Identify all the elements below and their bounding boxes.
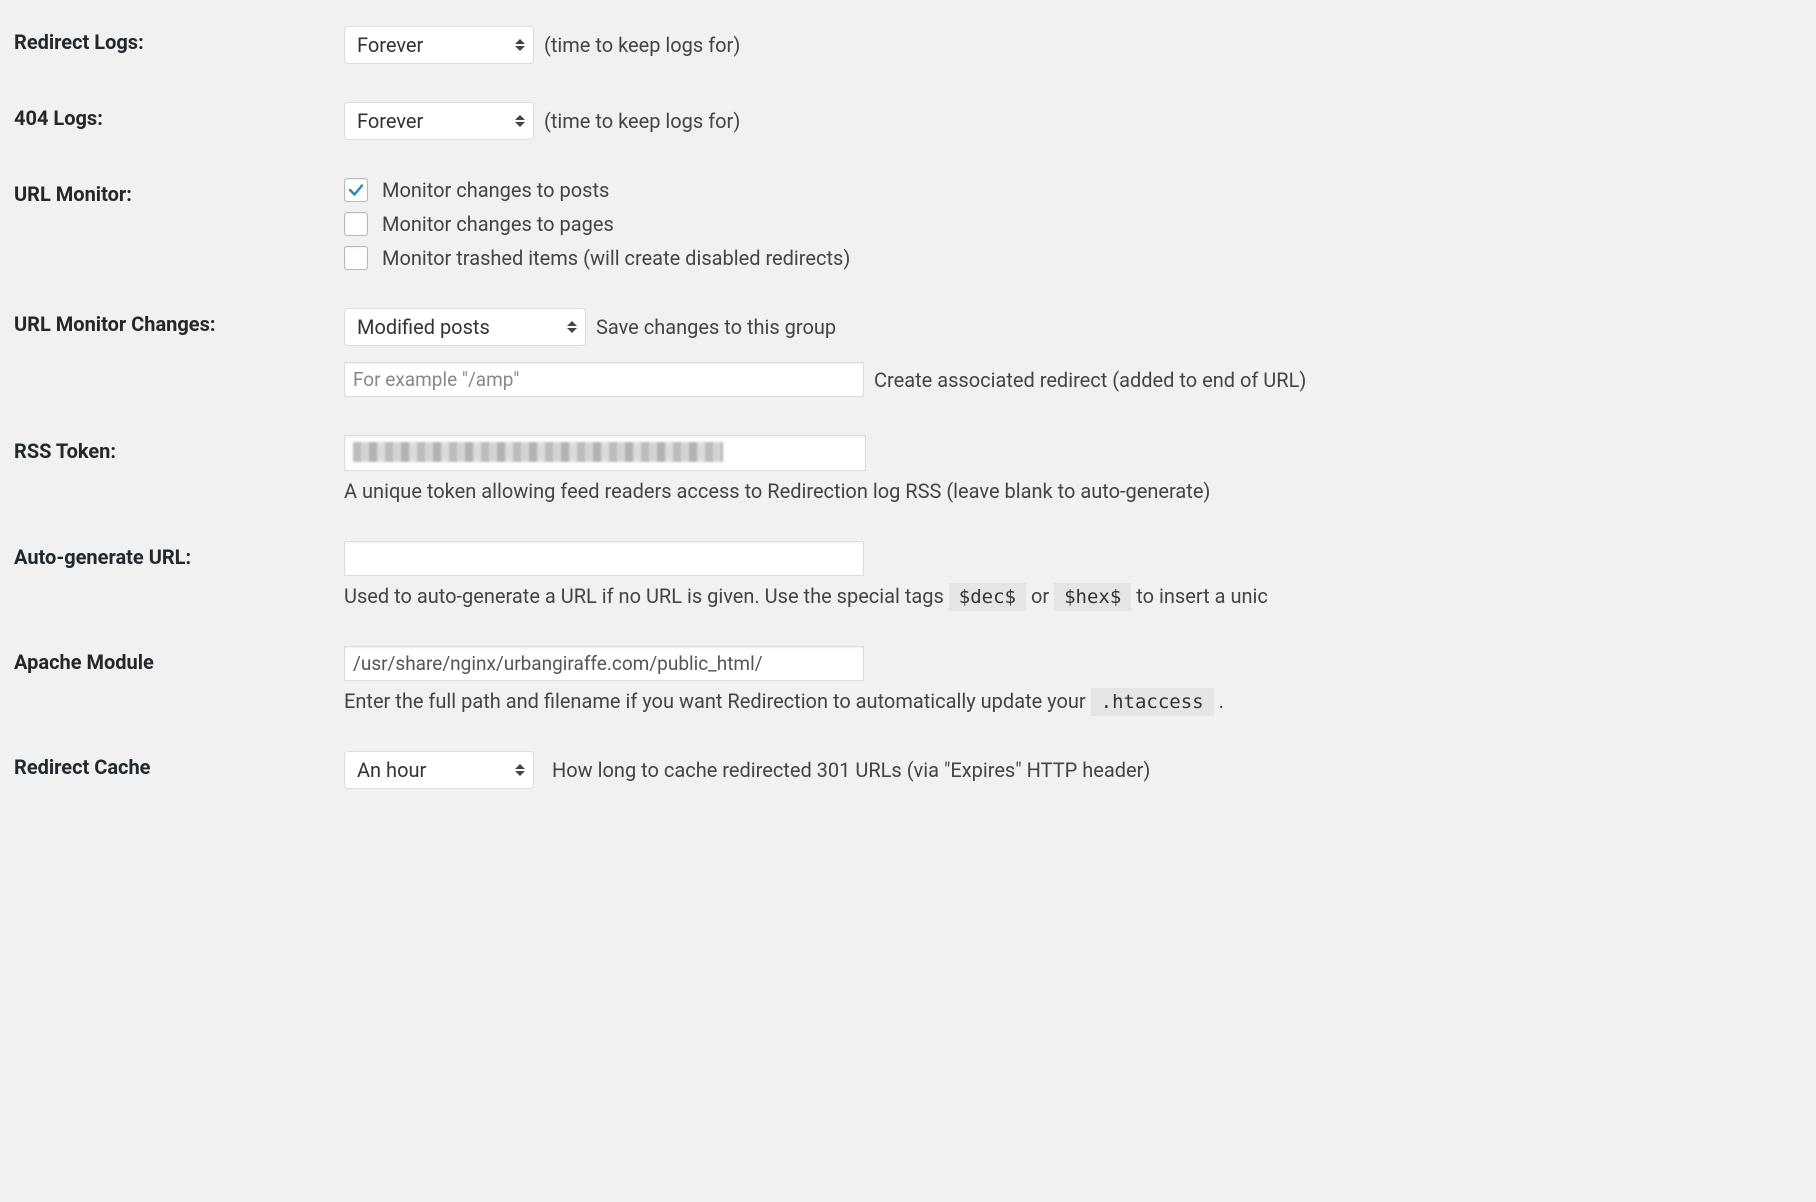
row-redirect-cache: Redirect Cache An hour How long to cache…	[14, 737, 1816, 813]
row-url-monitor: URL Monitor: Monitor changes to posts Mo…	[14, 164, 1816, 294]
updown-caret-icon	[515, 764, 525, 776]
redirect-logs-select-value: Forever	[357, 33, 423, 57]
label-redirect-cache: Redirect Cache	[14, 755, 150, 779]
label-apache-module: Apache Module	[14, 650, 154, 674]
redirect-cache-hint: How long to cache redirected 301 URLs (v…	[534, 758, 1150, 782]
label-url-monitor-changes: URL Monitor Changes:	[14, 312, 216, 336]
autogen-desc-post: to insert a unic	[1136, 584, 1268, 608]
monitor-group-hint: Save changes to this group	[586, 315, 836, 339]
apache-module-input[interactable]	[344, 646, 864, 681]
updown-caret-icon	[515, 115, 525, 127]
monitor-group-select-value: Modified posts	[357, 315, 490, 339]
form-table: Redirect Logs: Forever (time to keep log…	[14, 12, 1816, 813]
checkbox-monitor-pages-label: Monitor changes to pages	[382, 212, 614, 236]
associated-redirect-input[interactable]	[344, 362, 864, 397]
row-apache-module: Apache Module Enter the full path and fi…	[14, 632, 1816, 737]
logs-404-select[interactable]: Forever	[344, 102, 534, 140]
checkbox-monitor-pages[interactable]	[344, 212, 368, 236]
autogen-url-input[interactable]	[344, 541, 864, 576]
logs-404-select-value: Forever	[357, 109, 423, 133]
associated-redirect-hint: Create associated redirect (added to end…	[864, 368, 1306, 392]
logs-404-hint: (time to keep logs for)	[534, 109, 740, 133]
label-rss-token: RSS Token:	[14, 439, 116, 463]
row-rss-token: RSS Token: A unique token allowing feed …	[14, 421, 1816, 527]
settings-form: Redirect Logs: Forever (time to keep log…	[0, 0, 1816, 1202]
label-404-logs: 404 Logs:	[14, 106, 103, 130]
updown-caret-icon	[515, 39, 525, 51]
row-redirect-logs: Redirect Logs: Forever (time to keep log…	[14, 12, 1816, 88]
tag-htaccess: .htaccess	[1091, 688, 1214, 716]
apache-desc-post: .	[1219, 689, 1224, 713]
apache-module-desc: Enter the full path and filename if you …	[344, 689, 1806, 713]
apache-desc-pre: Enter the full path and filename if you …	[344, 689, 1091, 713]
redirect-cache-select-value: An hour	[357, 758, 426, 782]
rss-token-desc: A unique token allowing feed readers acc…	[344, 479, 1806, 503]
redacted-content	[353, 442, 723, 462]
label-autogen-url: Auto-generate URL:	[14, 545, 191, 569]
checkbox-monitor-trash-label: Monitor trashed items (will create disab…	[382, 246, 850, 270]
updown-caret-icon	[567, 321, 577, 333]
redirect-logs-hint: (time to keep logs for)	[534, 33, 740, 57]
rss-token-input[interactable]	[344, 435, 866, 471]
tag-hex: $hex$	[1054, 583, 1131, 611]
row-autogen-url: Auto-generate URL: Used to auto-generate…	[14, 527, 1816, 632]
checkbox-monitor-posts-label: Monitor changes to posts	[382, 178, 609, 202]
redirect-cache-select[interactable]: An hour	[344, 751, 534, 789]
checkbox-monitor-trash[interactable]	[344, 246, 368, 270]
label-url-monitor: URL Monitor:	[14, 182, 132, 206]
label-redirect-logs: Redirect Logs:	[14, 30, 144, 54]
check-icon	[347, 181, 365, 199]
autogen-desc-pre: Used to auto-generate a URL if no URL is…	[344, 584, 949, 608]
monitor-group-select[interactable]: Modified posts	[344, 308, 586, 346]
row-404-logs: 404 Logs: Forever (time to keep logs for…	[14, 88, 1816, 164]
autogen-url-desc: Used to auto-generate a URL if no URL is…	[344, 584, 1806, 608]
checkbox-monitor-posts[interactable]	[344, 178, 368, 202]
redirect-logs-select[interactable]: Forever	[344, 26, 534, 64]
autogen-desc-or: or	[1031, 584, 1054, 608]
row-url-monitor-changes: URL Monitor Changes: Modified posts Save…	[14, 294, 1816, 421]
tag-dec: $dec$	[949, 583, 1026, 611]
